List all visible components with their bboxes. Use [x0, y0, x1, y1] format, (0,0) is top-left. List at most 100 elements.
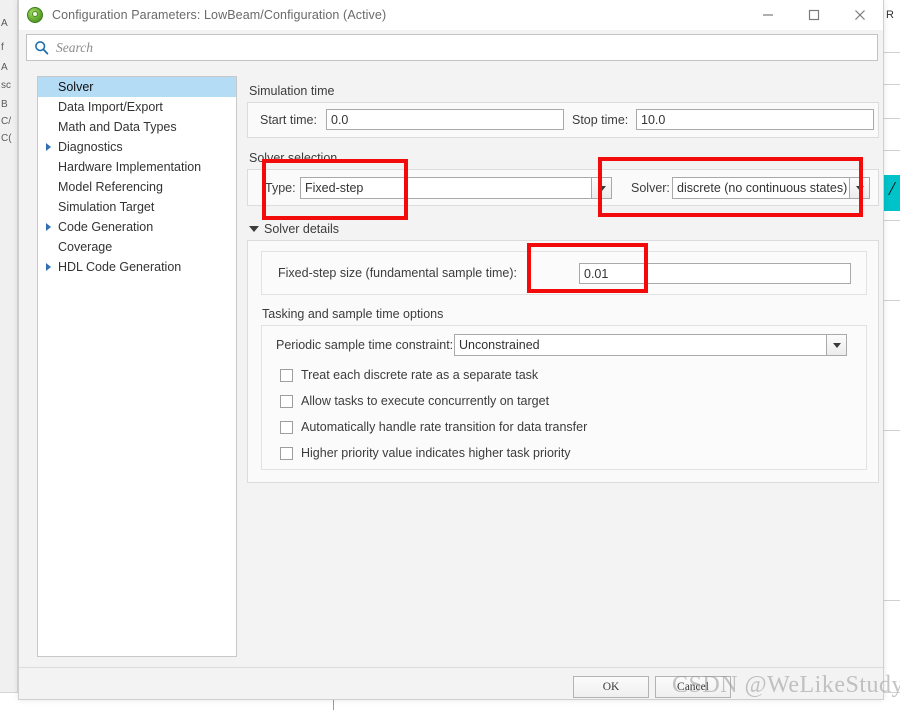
- checkbox-allow-tasks-concurrently[interactable]: Allow tasks to execute concurrently on t…: [280, 394, 549, 408]
- background-divider: [884, 118, 900, 119]
- background-left-panel: A f A sc B C/ C(: [0, 0, 18, 710]
- tree-item-solver[interactable]: Solver: [38, 77, 236, 97]
- fixed-step-size-input[interactable]: 0.01: [579, 263, 851, 284]
- fixed-step-subpanel: Fixed-step size (fundamental sample time…: [261, 251, 867, 295]
- title-bar: Configuration Parameters: LowBeam/Config…: [19, 0, 883, 30]
- background-divider: [884, 52, 900, 53]
- solver-type-dropdown[interactable]: Fixed-step: [300, 177, 612, 199]
- background-selected-row: /: [884, 175, 900, 211]
- tree-item-label: Diagnostics: [58, 140, 123, 154]
- simulation-time-group-label: Simulation time: [249, 84, 335, 98]
- tree-item-model-referencing[interactable]: Model Referencing: [38, 177, 236, 197]
- tree-item-label: HDL Code Generation: [58, 260, 182, 274]
- start-time-input[interactable]: 0.0: [326, 109, 564, 130]
- checkbox-label: Treat each discrete rate as a separate t…: [301, 368, 539, 382]
- cancel-button[interactable]: Cancel: [655, 676, 731, 698]
- background-divider: [884, 220, 900, 221]
- tree-item-simulation-target[interactable]: Simulation Target: [38, 197, 236, 217]
- chevron-down-icon[interactable]: [249, 226, 259, 232]
- solver-details-panel: Fixed-step size (fundamental sample time…: [247, 240, 879, 483]
- search-input[interactable]: Search: [26, 34, 878, 61]
- tree-item-data-import-export[interactable]: Data Import/Export: [38, 97, 236, 117]
- solver-choice-value: discrete (no continuous states): [672, 177, 849, 199]
- checkbox-box[interactable]: [280, 446, 293, 460]
- checkbox-label: Higher priority value indicates higher t…: [301, 446, 571, 460]
- solver-choice-dropdown[interactable]: discrete (no continuous states): [672, 177, 870, 199]
- background-glyph: A: [1, 62, 8, 73]
- tree-item-label: Code Generation: [58, 220, 154, 234]
- chevron-right-icon[interactable]: [46, 143, 51, 151]
- solver-type-label: Type:: [265, 181, 296, 195]
- simulink-icon: [27, 6, 43, 23]
- solver-type-value: Fixed-step: [300, 177, 591, 199]
- close-icon[interactable]: [837, 0, 883, 30]
- checkbox-box[interactable]: [280, 394, 293, 408]
- background-right-panel: [884, 0, 900, 710]
- tree-item-label: Data Import/Export: [58, 100, 163, 114]
- tree-item-label: Coverage: [58, 240, 113, 254]
- search-placeholder: Search: [56, 39, 93, 55]
- background-glyph: /: [889, 178, 895, 200]
- background-glyph: sc: [1, 80, 11, 91]
- checkbox-label: Allow tasks to execute concurrently on t…: [301, 394, 550, 408]
- ok-button[interactable]: OK: [573, 676, 649, 698]
- solver-choice-label: Solver:: [631, 181, 670, 195]
- checkbox-treat-each-discrete-rate[interactable]: Treat each discrete rate as a separate t…: [280, 368, 538, 382]
- footer-separator: [19, 667, 885, 668]
- search-icon: [34, 40, 49, 55]
- solver-details-label: Solver details: [264, 222, 340, 236]
- solver-details-toggle[interactable]: Solver details: [249, 222, 339, 236]
- minimize-icon[interactable]: [745, 0, 791, 30]
- background-divider: [884, 150, 900, 151]
- background-glyph: A: [1, 18, 8, 29]
- settings-tree[interactable]: Solver Data Import/Export Math and Data …: [37, 76, 237, 657]
- background-divider: [884, 600, 900, 601]
- tasking-options-label: Tasking and sample time options: [262, 307, 444, 321]
- checkbox-label: Automatically handle rate transition for…: [301, 420, 588, 434]
- checkbox-box[interactable]: [280, 420, 293, 434]
- maximize-icon[interactable]: [791, 0, 837, 30]
- background-right-letter: R: [886, 9, 894, 21]
- checkbox-higher-priority-value[interactable]: Higher priority value indicates higher t…: [280, 446, 571, 460]
- window-title: Configuration Parameters: LowBeam/Config…: [52, 7, 387, 22]
- chevron-down-icon[interactable]: [849, 177, 870, 199]
- tree-item-label: Simulation Target: [58, 200, 155, 214]
- chevron-right-icon[interactable]: [46, 223, 51, 231]
- tree-item-hdl-code-generation[interactable]: HDL Code Generation: [38, 257, 236, 277]
- fixed-step-size-label: Fixed-step size (fundamental sample time…: [278, 266, 517, 280]
- chevron-down-icon[interactable]: [826, 334, 847, 356]
- tasking-options-panel: Periodic sample time constraint: Unconst…: [261, 325, 867, 470]
- periodic-sample-time-value: Unconstrained: [454, 334, 826, 356]
- start-time-label: Start time:: [260, 113, 317, 127]
- periodic-sample-time-label: Periodic sample time constraint:: [276, 338, 454, 352]
- tree-item-diagnostics[interactable]: Diagnostics: [38, 137, 236, 157]
- tree-item-math-and-data-types[interactable]: Math and Data Types: [38, 117, 236, 137]
- background-divider: [884, 84, 900, 85]
- tree-item-label: Hardware Implementation: [58, 160, 202, 174]
- checkbox-box[interactable]: [280, 368, 293, 382]
- checkbox-auto-rate-transition[interactable]: Automatically handle rate transition for…: [280, 420, 587, 434]
- chevron-right-icon[interactable]: [46, 263, 51, 271]
- tree-item-code-generation[interactable]: Code Generation: [38, 217, 236, 237]
- background-glyph: C/: [1, 116, 11, 127]
- chevron-down-icon[interactable]: [591, 177, 612, 199]
- periodic-sample-time-dropdown[interactable]: Unconstrained: [454, 334, 847, 356]
- stop-time-input[interactable]: 10.0: [636, 109, 874, 130]
- background-glyph: C(: [1, 133, 12, 144]
- stop-time-label: Stop time:: [572, 113, 629, 127]
- simulation-time-panel: Start time: 0.0 Stop time: 10.0: [247, 102, 879, 138]
- window-controls: [745, 0, 883, 30]
- tree-item-label: Model Referencing: [58, 180, 163, 194]
- tree-item-coverage[interactable]: Coverage: [38, 237, 236, 257]
- solver-selection-group-label: Solver selection: [249, 151, 338, 165]
- solver-settings-pane: Simulation time Start time: 0.0 Stop tim…: [247, 76, 879, 657]
- background-glyph: f: [1, 42, 4, 53]
- tree-item-hardware-implementation[interactable]: Hardware Implementation: [38, 157, 236, 177]
- background-divider: [884, 300, 900, 301]
- configuration-parameters-dialog: Configuration Parameters: LowBeam/Config…: [18, 0, 885, 700]
- solver-selection-panel: Type: Fixed-step Solver: discrete (no co…: [247, 169, 879, 206]
- tree-item-label: Math and Data Types: [58, 120, 177, 134]
- tree-item-label: Solver: [58, 80, 94, 94]
- background-glyph: B: [1, 99, 8, 110]
- background-divider: [884, 430, 900, 431]
